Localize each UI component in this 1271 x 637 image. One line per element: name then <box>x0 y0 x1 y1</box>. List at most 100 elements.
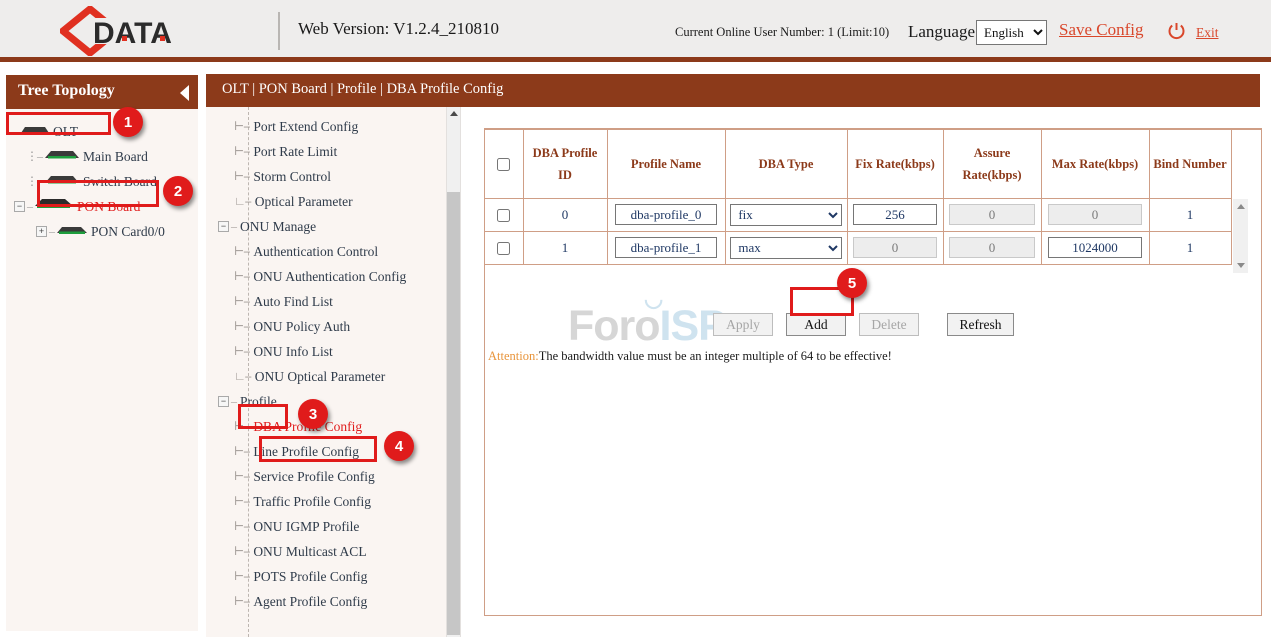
nav-menu-panel: ⊢-- Port Extend Config ⊢-- Port Rate Lim… <box>206 107 460 637</box>
nav-group-profile[interactable]: − – Profile <box>206 389 460 414</box>
nav-item-line-profile-config[interactable]: ⊢-- Line Profile Config <box>206 439 460 464</box>
cell-assure-rate <box>943 231 1041 264</box>
cell-dba-type: fix <box>725 198 847 231</box>
nav-item-traffic-profile-config[interactable]: ⊢-- Traffic Profile Config <box>206 489 460 514</box>
expand-expander-icon[interactable]: + <box>36 226 47 237</box>
dba-type-select[interactable]: fix <box>730 204 841 226</box>
delete-button[interactable]: Delete <box>859 313 919 336</box>
max-rate-input[interactable] <box>1048 237 1142 258</box>
collapse-expander-icon[interactable]: − <box>14 201 25 212</box>
tree-topology-panel: Tree Topology OLT ⋮– Main Board <box>0 67 204 637</box>
tree-branch-icon: ⊢-- <box>234 569 249 584</box>
profile-name-input[interactable] <box>615 204 718 225</box>
attention-text: The bandwidth value must be an integer m… <box>539 349 892 363</box>
profile-name-input[interactable] <box>615 237 718 258</box>
nav-item-onu-optical-parameter[interactable]: ∟-- ONU Optical Parameter <box>206 364 460 389</box>
scroll-up-arrow-icon[interactable] <box>450 111 458 116</box>
nav-item-optical-parameter[interactable]: ∟-- Optical Parameter <box>206 189 460 214</box>
tree-branch-icon: ⊢-- <box>234 444 249 459</box>
device-chassis-icon <box>34 198 74 215</box>
add-button[interactable]: Add <box>786 313 846 336</box>
apply-button[interactable]: Apply <box>713 313 773 336</box>
collapse-left-icon[interactable] <box>180 85 189 101</box>
tree-branch-icon: ⊢-- <box>234 244 249 259</box>
tree-branch-icon: ⊢-- <box>234 419 249 434</box>
main-content-panel: ForoISP ◡ DBA Profile ID Profile Name <box>460 107 1260 637</box>
nav-item-label: ONU Info List <box>253 344 333 360</box>
dba-profile-card: ForoISP ◡ DBA Profile ID Profile Name <box>484 128 1262 616</box>
annotation-badge-4: 4 <box>384 431 414 461</box>
nav-item-onu-igmp-profile[interactable]: ⊢-- ONU IGMP Profile <box>206 514 460 539</box>
web-version-label: Web Version: V1.2.4_210810 <box>298 19 499 39</box>
app-header: DATA Web Version: V1.2.4_210810 Current … <box>0 0 1271 62</box>
tree-node-main-board[interactable]: ⋮– Main Board <box>6 144 198 169</box>
nav-scrollbar[interactable] <box>446 107 460 637</box>
nav-item-storm-control[interactable]: ⊢-- Storm Control <box>206 164 460 189</box>
max-rate-input <box>1048 204 1142 225</box>
dba-profile-table: DBA Profile ID Profile Name DBA Type Fix… <box>485 130 1231 265</box>
language-select[interactable]: English <box>976 20 1047 45</box>
nav-item-auto-find-list[interactable]: ⊢-- Auto Find List <box>206 289 460 314</box>
power-icon[interactable] <box>1168 22 1185 40</box>
device-chassis-icon <box>56 224 88 240</box>
nav-item-label: ONU Manage <box>240 219 316 235</box>
nav-item-dba-profile-config[interactable]: ⊢-- DBA Profile Config <box>206 414 460 439</box>
nav-item-label: ONU IGMP Profile <box>253 519 359 535</box>
nav-item-label: POTS Profile Config <box>253 569 367 585</box>
tree-line: – <box>49 224 54 239</box>
nav-item-port-extend-config[interactable]: ⊢-- Port Extend Config <box>206 114 460 139</box>
nav-item-label: Authentication Control <box>253 244 378 260</box>
device-chassis-icon <box>44 174 80 190</box>
fix-rate-input[interactable] <box>853 204 937 225</box>
nav-item-partial-top[interactable] <box>206 107 460 114</box>
refresh-button[interactable]: Refresh <box>947 313 1014 336</box>
nav-item-onu-policy-auth[interactable]: ⊢-- ONU Policy Auth <box>206 314 460 339</box>
assure-rate-line2: Rate(kbps) <box>962 168 1021 182</box>
header-assure-rate: Assure Rate(kbps) <box>943 130 1041 198</box>
cell-profile-name <box>607 198 725 231</box>
save-config-link[interactable]: Save Config <box>1059 20 1144 40</box>
header-max-rate: Max Rate(kbps) <box>1041 130 1149 198</box>
nav-group-onu-manage[interactable]: − – ONU Manage <box>206 214 460 239</box>
table-row[interactable]: 1 max <box>485 231 1231 264</box>
cell-fix-rate <box>847 231 943 264</box>
dba-type-select[interactable]: max <box>730 237 841 259</box>
assure-rate-input <box>949 237 1034 258</box>
tree-branch-icon: ⊢-- <box>234 144 249 159</box>
online-user-count: Current Online User Number: 1 (Limit:10) <box>675 25 889 40</box>
table-row[interactable]: 0 fix <box>485 198 1231 231</box>
tree-branch-icon: ⊢-- <box>234 344 249 359</box>
collapse-expander-icon[interactable]: − <box>218 221 229 232</box>
row-checkbox[interactable] <box>497 209 510 222</box>
nav-item-service-profile-config[interactable]: ⊢-- Service Profile Config <box>206 464 460 489</box>
tree-node-olt[interactable]: OLT <box>6 119 198 144</box>
nav-item-label: Traffic Profile Config <box>253 494 371 510</box>
scroll-up-arrow-icon[interactable] <box>1237 204 1245 209</box>
collapse-expander-icon[interactable]: − <box>218 396 229 407</box>
nav-item-onu-multicast-acl[interactable]: ⊢-- ONU Multicast ACL <box>206 539 460 564</box>
annotation-badge-1: 1 <box>113 107 143 137</box>
cell-profile-name <box>607 231 725 264</box>
tree-branch-icon: ⊢-- <box>234 469 249 484</box>
nav-item-agent-profile-config[interactable]: ⊢-- Agent Profile Config <box>206 589 460 614</box>
table-scrollbar[interactable] <box>1233 199 1248 273</box>
row-select-cell <box>485 198 523 231</box>
exit-link[interactable]: Exit <box>1196 25 1219 41</box>
tree-node-pon-card[interactable]: + – PON Card0/0 <box>6 219 198 244</box>
nav-item-onu-authentication-config[interactable]: ⊢-- ONU Authentication Config <box>206 264 460 289</box>
nav-item-pots-profile-config[interactable]: ⊢-- POTS Profile Config <box>206 564 460 589</box>
cell-profile-id: 1 <box>523 231 607 264</box>
attention-message: Attention:The bandwidth value must be an… <box>488 349 892 364</box>
svg-text:DATA: DATA <box>93 17 172 50</box>
select-all-checkbox[interactable] <box>497 158 510 171</box>
header-fix-rate: Fix Rate(kbps) <box>847 130 943 198</box>
nav-item-authentication-control[interactable]: ⊢-- Authentication Control <box>206 239 460 264</box>
nav-item-onu-info-list[interactable]: ⊢-- ONU Info List <box>206 339 460 364</box>
tree-line: ⋮– <box>26 149 42 164</box>
header-profile-name: Profile Name <box>607 130 725 198</box>
tree-branch-icon: ⊢-- <box>234 269 249 284</box>
nav-scrollbar-thumb[interactable] <box>447 192 461 635</box>
row-checkbox[interactable] <box>497 242 510 255</box>
nav-item-port-rate-limit[interactable]: ⊢-- Port Rate Limit <box>206 139 460 164</box>
scroll-down-arrow-icon[interactable] <box>1237 263 1245 268</box>
